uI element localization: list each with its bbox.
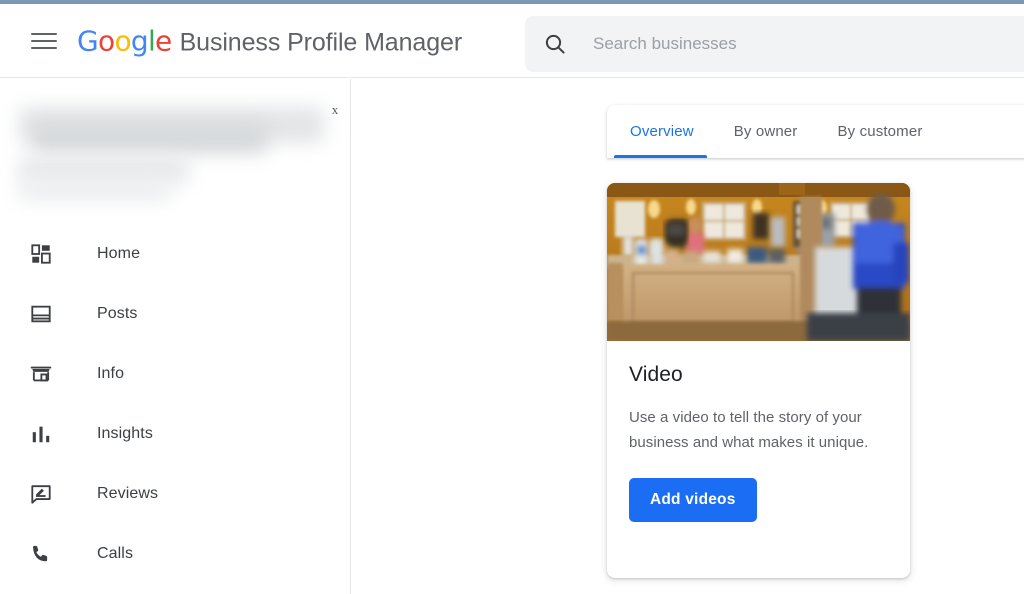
sidebar-item-label: Calls <box>97 545 133 563</box>
promo-title: Video <box>629 363 888 387</box>
app-root: Google Business Profile Manager x <box>0 0 1024 594</box>
sidebar-item-label: Home <box>97 245 140 263</box>
sidebar-item-label: Reviews <box>97 485 158 503</box>
hamburger-menu-icon[interactable] <box>30 30 58 52</box>
promo-body: Video Use a video to tell the story of y… <box>607 341 910 522</box>
app-header: Google Business Profile Manager <box>0 4 1024 78</box>
sidebar-item-label: Insights <box>97 425 153 443</box>
sidebar-item-info[interactable]: Info <box>0 344 351 404</box>
dashboard-grid-icon <box>28 241 54 267</box>
video-promo-card: Video Use a video to tell the story of y… <box>607 183 910 578</box>
review-comment-icon <box>28 481 54 507</box>
redacted-band <box>33 123 267 153</box>
tab-overview[interactable]: Overview <box>607 105 714 158</box>
sidebar-item-reviews[interactable]: Reviews <box>0 464 351 524</box>
bar-chart-icon <box>28 421 54 447</box>
google-letter-e: e <box>155 24 172 57</box>
hamburger-line <box>31 47 57 49</box>
search-input[interactable] <box>593 16 1024 72</box>
google-letter-o1: o <box>98 24 114 57</box>
search-icon <box>543 32 567 56</box>
sidebar-item-label: Posts <box>97 305 138 323</box>
add-videos-button[interactable]: Add videos <box>629 478 757 522</box>
shop-interior-counter-photo <box>607 183 910 341</box>
tab-by-owner[interactable]: By owner <box>714 105 818 158</box>
tab-bar: Overview By owner By customer <box>607 105 1024 158</box>
sidebar-item-home[interactable]: Home <box>0 224 351 284</box>
google-wordmark: Google <box>77 24 172 57</box>
tab-label: By customer <box>837 123 922 140</box>
redacted-band <box>19 179 171 201</box>
close-icon[interactable]: x <box>327 99 343 121</box>
main-content: Overview By owner By customer <box>352 79 1024 594</box>
page-title: Business Profile Manager <box>180 28 462 57</box>
phone-icon <box>28 541 54 567</box>
sidebar-item-posts[interactable]: Posts <box>0 284 351 344</box>
sidebar-item-insights[interactable]: Insights <box>0 404 351 464</box>
search-bar[interactable] <box>525 16 1024 72</box>
google-letter-o2: o <box>114 24 130 57</box>
promo-description: Use a video to tell the story of your bu… <box>629 405 888 455</box>
google-letter-g2: g <box>131 24 148 57</box>
hamburger-line <box>31 33 57 35</box>
redacted-business-info <box>15 105 332 210</box>
google-letter-g1: G <box>77 24 98 57</box>
storefront-icon <box>28 361 54 387</box>
tab-by-customer[interactable]: By customer <box>817 105 942 158</box>
sidebar: x Home <box>0 79 351 594</box>
hamburger-line <box>31 40 57 42</box>
sidebar-item-calls[interactable]: Calls <box>0 524 351 584</box>
sidebar-item-label: Info <box>97 365 124 383</box>
tab-label: Overview <box>630 123 694 140</box>
posts-card-icon <box>28 301 54 327</box>
brand-logo[interactable]: Google Business Profile Manager <box>77 24 462 57</box>
sidebar-nav: Home Posts <box>0 224 351 584</box>
tab-label: By owner <box>734 123 798 140</box>
google-letter-l: l <box>148 24 155 57</box>
